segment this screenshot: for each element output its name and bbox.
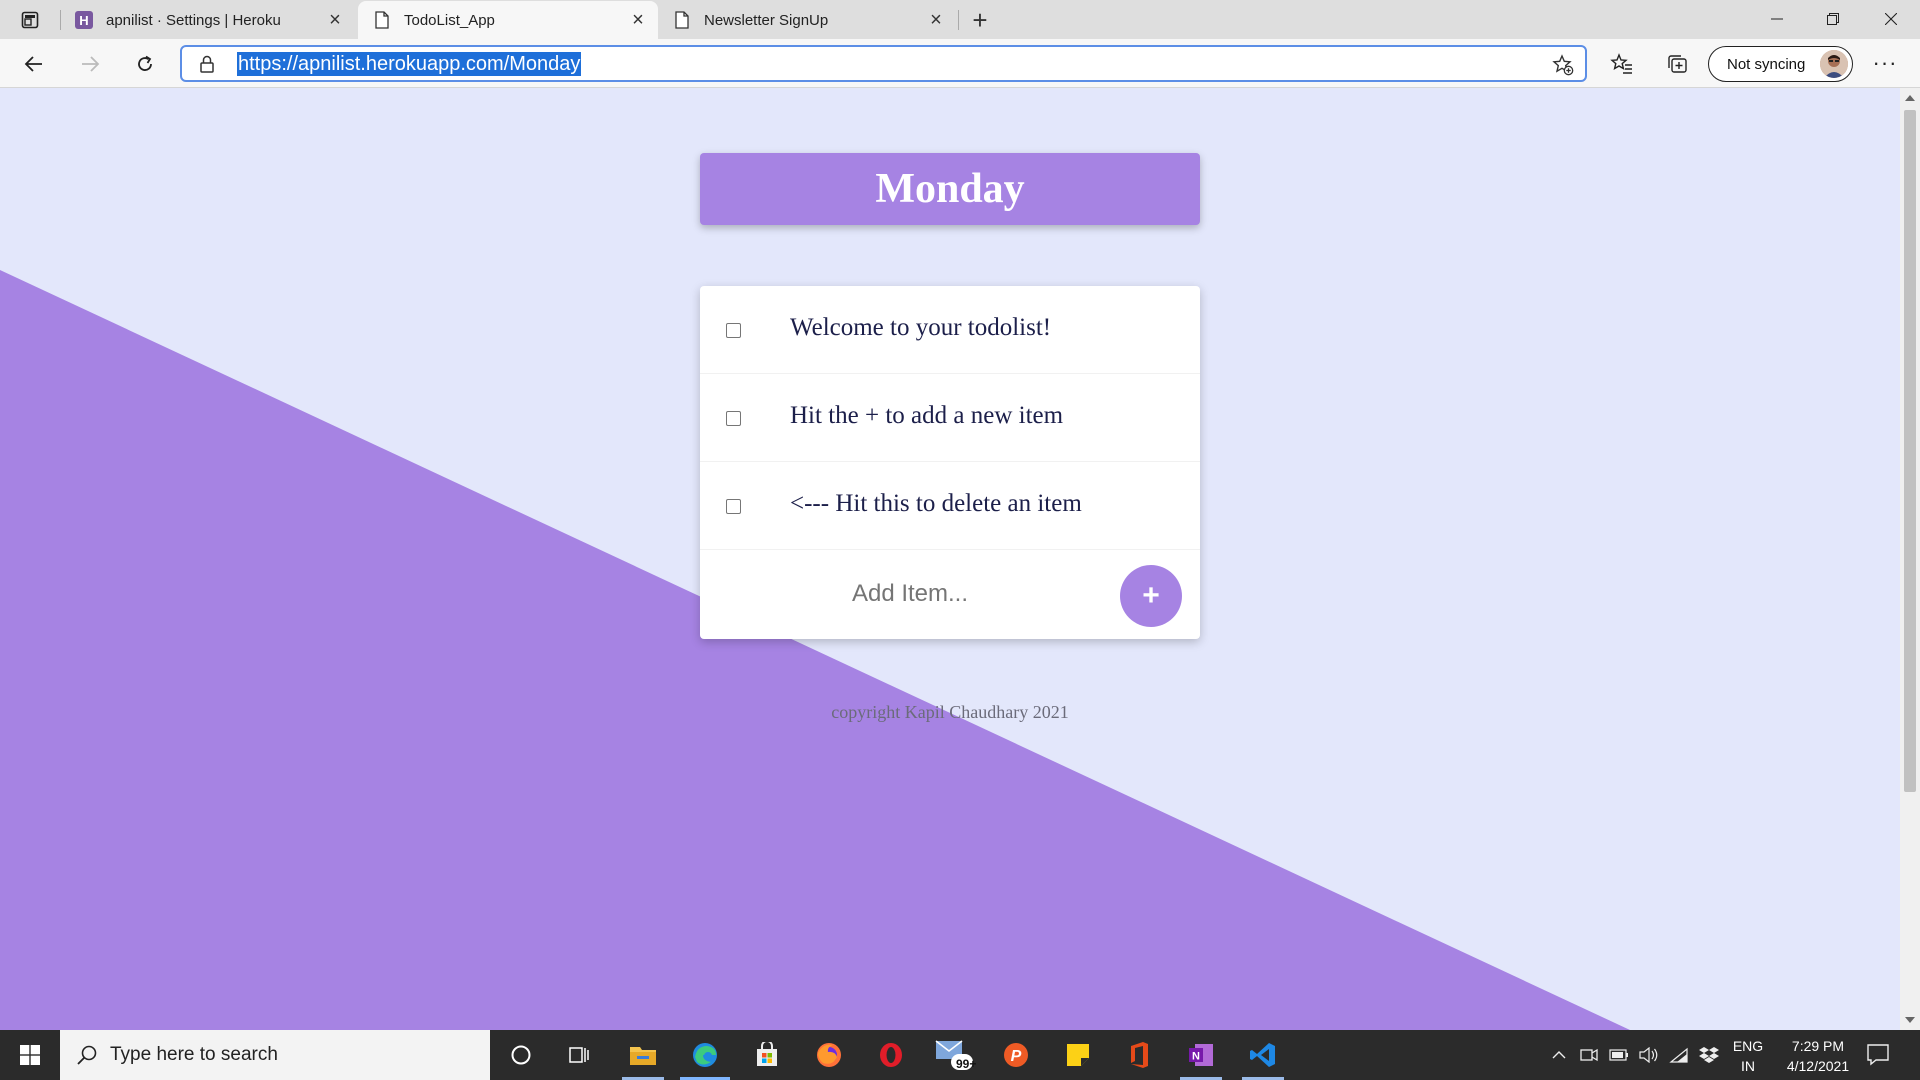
- refresh-icon[interactable]: [127, 46, 163, 82]
- heading-box: Monday: [700, 153, 1200, 225]
- restore-icon[interactable]: [1808, 4, 1858, 34]
- sync-profile-button[interactable]: Not syncing: [1708, 46, 1853, 82]
- office-icon[interactable]: [1108, 1030, 1170, 1080]
- opera-icon[interactable]: [860, 1030, 922, 1080]
- scroll-down-icon[interactable]: [1905, 1017, 1915, 1023]
- collections-icon[interactable]: [1662, 49, 1692, 79]
- clock-time: 7:29 PM: [1791, 1038, 1845, 1054]
- vertical-scrollbar[interactable]: [1900, 88, 1920, 1030]
- cortana-icon[interactable]: [490, 1030, 552, 1080]
- mail-icon[interactable]: 99+: [922, 1030, 984, 1080]
- list-item: Hit the + to add a new item: [700, 374, 1200, 462]
- forward-icon[interactable]: [72, 46, 108, 82]
- minimize-icon[interactable]: [1752, 4, 1802, 34]
- browser-tab-bar: H apnilist · Settings | Heroku × TodoLis…: [0, 0, 1920, 39]
- add-item-form: +: [700, 551, 1200, 639]
- search-placeholder: Type here to search: [110, 1044, 278, 1065]
- close-window-icon[interactable]: [1866, 4, 1916, 34]
- wifi-icon[interactable]: [1668, 1044, 1690, 1066]
- scrollbar-thumb[interactable]: [1904, 110, 1916, 792]
- tab-close-icon[interactable]: ×: [924, 8, 948, 32]
- page-icon: [672, 10, 692, 30]
- tab-close-icon[interactable]: ×: [626, 8, 650, 32]
- item-text: Hit the + to add a new item: [790, 402, 1064, 429]
- add-item-button[interactable]: +: [1120, 565, 1182, 627]
- list-item: Welcome to your todolist!: [700, 286, 1200, 374]
- scroll-up-icon[interactable]: [1905, 95, 1915, 101]
- favorites-icon[interactable]: [1607, 49, 1637, 79]
- onenote-icon[interactable]: N: [1170, 1030, 1232, 1080]
- list-item: <--- Hit this to delete an item: [700, 462, 1200, 550]
- taskbar-clock[interactable]: 7:29 PM 4/12/2021: [1768, 1036, 1868, 1076]
- windows-taskbar: Type here to search 99+ P N ENG IN 7:29 …: [0, 1030, 1920, 1080]
- volume-icon[interactable]: [1638, 1044, 1660, 1066]
- browser-toolbar: https://apnilist.herokuapp.com/Monday No…: [0, 39, 1920, 88]
- svg-text:H: H: [79, 13, 88, 28]
- search-icon: [76, 1044, 98, 1066]
- item-checkbox[interactable]: [726, 411, 741, 426]
- meet-now-icon[interactable]: [1578, 1044, 1600, 1066]
- item-text: Welcome to your todolist!: [790, 314, 1052, 341]
- file-explorer-icon[interactable]: [612, 1030, 674, 1080]
- firefox-icon[interactable]: [798, 1030, 860, 1080]
- svg-text:P: P: [1011, 1048, 1022, 1065]
- item-text: <--- Hit this to delete an item: [790, 490, 1082, 517]
- windows-start-icon[interactable]: [0, 1030, 60, 1080]
- tab-title: apnilist · Settings | Heroku: [106, 11, 281, 29]
- page-icon: [372, 10, 392, 30]
- new-tab-icon[interactable]: +: [966, 5, 994, 35]
- sticky-notes-icon[interactable]: [1047, 1030, 1109, 1080]
- page-viewport: Monday Welcome to your todolist! Hit the…: [0, 88, 1900, 1030]
- item-checkbox[interactable]: [726, 499, 741, 514]
- language-code: ENG: [1732, 1038, 1764, 1054]
- show-hidden-icons-icon[interactable]: [1548, 1044, 1570, 1066]
- tab-close-icon[interactable]: ×: [323, 8, 347, 32]
- store-icon[interactable]: [736, 1030, 798, 1080]
- avatar: [1820, 50, 1848, 78]
- item-checkbox[interactable]: [726, 323, 741, 338]
- back-icon[interactable]: [16, 46, 52, 82]
- tab-separator: [958, 10, 959, 30]
- edge-icon[interactable]: [674, 1030, 736, 1080]
- lock-icon[interactable]: [199, 55, 217, 73]
- notifications-icon[interactable]: [1866, 1042, 1892, 1068]
- heroku-icon: H: [74, 10, 94, 30]
- add-favorite-icon[interactable]: [1551, 53, 1575, 77]
- tab-heroku-settings[interactable]: H apnilist · Settings | Heroku ×: [60, 1, 355, 39]
- tab-title: Newsletter SignUp: [704, 11, 829, 29]
- tab-actions-icon[interactable]: [14, 7, 46, 33]
- page-title: Monday: [875, 166, 1025, 212]
- mail-badge: 99+: [956, 1057, 977, 1071]
- more-options-icon[interactable]: ···: [1870, 48, 1900, 78]
- language-indicator[interactable]: ENG IN: [1728, 1036, 1768, 1076]
- todo-list-card: Welcome to your todolist! Hit the + to a…: [700, 286, 1200, 639]
- svg-text:N: N: [1192, 1051, 1200, 1063]
- taskbar-search-box[interactable]: Type here to search: [60, 1030, 490, 1080]
- footer-copyright: copyright Kapil Chaudhary 2021: [831, 702, 1069, 722]
- tab-newsletter-signup[interactable]: Newsletter SignUp ×: [658, 1, 956, 39]
- dropbox-icon[interactable]: [1698, 1044, 1720, 1066]
- url-text[interactable]: https://apnilist.herokuapp.com/Monday: [237, 52, 582, 76]
- battery-icon[interactable]: [1608, 1044, 1630, 1066]
- sync-label: Not syncing: [1727, 55, 1806, 73]
- tab-title: TodoList_App: [404, 11, 495, 29]
- postman-icon[interactable]: P: [985, 1030, 1047, 1080]
- clock-date: 4/12/2021: [1786, 1058, 1850, 1074]
- vscode-icon[interactable]: [1232, 1030, 1294, 1080]
- tab-todolist-app[interactable]: TodoList_App ×: [358, 1, 658, 39]
- address-bar[interactable]: https://apnilist.herokuapp.com/Monday: [180, 45, 1587, 82]
- region-code: IN: [1741, 1058, 1755, 1074]
- task-view-icon[interactable]: [548, 1030, 610, 1080]
- add-item-input[interactable]: [740, 571, 1080, 617]
